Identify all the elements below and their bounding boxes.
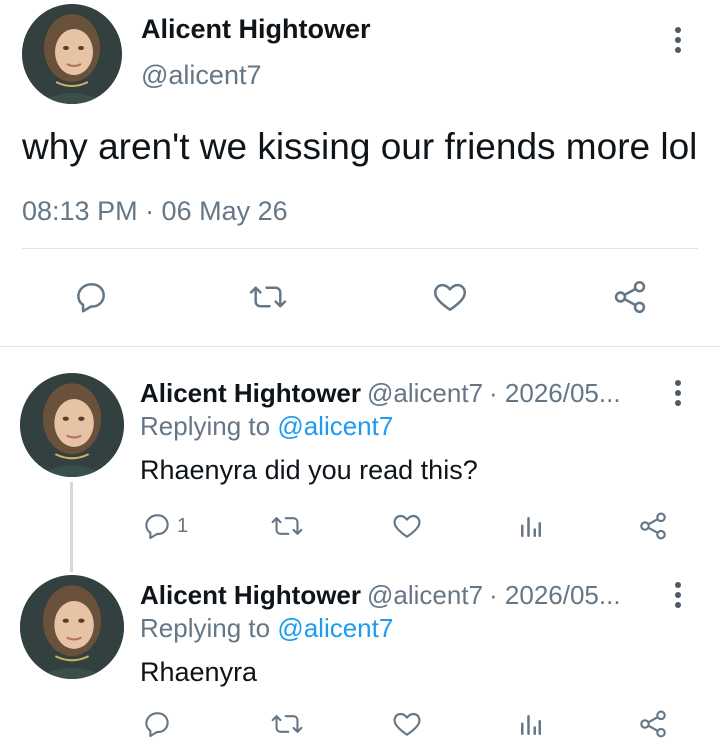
thread-line [70, 482, 73, 572]
reply-date[interactable]: · 2026/05... [489, 378, 621, 409]
reply-author-name[interactable]: Alicent Hightower [140, 378, 361, 409]
reply-header: Alicent Hightower @alicent7 · 2026/05... [140, 377, 655, 409]
reply-text: Rhaenyra [140, 657, 258, 687]
reply-avatar[interactable] [20, 373, 124, 477]
replying-to-label: Replying to [140, 411, 271, 441]
more-vertical-icon[interactable] [668, 378, 688, 408]
author-handle[interactable]: @alicent7 [141, 60, 261, 91]
analytics-icon[interactable] [516, 512, 546, 542]
share-icon[interactable] [636, 708, 670, 740]
avatar-image [20, 373, 124, 477]
divider [22, 248, 698, 249]
reply-action-bar: 1 [140, 508, 680, 544]
replying-to: Replying to @alicent7 [140, 411, 393, 442]
share-icon[interactable] [636, 510, 670, 542]
heart-icon[interactable] [430, 278, 470, 316]
reply-count: 1 [177, 515, 189, 537]
action-bar [0, 276, 720, 320]
reply-date[interactable]: · 2026/05... [489, 580, 621, 611]
reply-text: Rhaenyra did you read this? [140, 455, 478, 485]
reply-icon[interactable] [72, 278, 110, 316]
reply-action-bar [140, 706, 680, 742]
share-icon[interactable] [610, 278, 650, 316]
analytics-icon[interactable] [516, 710, 546, 740]
heart-icon[interactable] [390, 510, 424, 542]
reply-header: Alicent Hightower @alicent7 · 2026/05... [140, 579, 655, 611]
reply-icon[interactable] [140, 510, 174, 542]
section-divider [0, 346, 720, 347]
retweet-icon[interactable] [270, 510, 304, 542]
author-name[interactable]: Alicent Hightower [141, 14, 371, 45]
retweet-icon[interactable] [248, 278, 288, 316]
avatar[interactable] [22, 4, 122, 104]
avatar-image [22, 4, 122, 104]
avatar-image [20, 575, 124, 679]
replying-to-handle[interactable]: @alicent7 [277, 613, 393, 643]
more-vertical-icon[interactable] [668, 580, 688, 610]
replying-to-handle[interactable]: @alicent7 [277, 411, 393, 441]
reply-avatar[interactable] [20, 575, 124, 679]
reply-author-name[interactable]: Alicent Hightower [140, 580, 361, 611]
tweet-timestamp: 08:13 PM · 06 May 26 [22, 196, 288, 226]
reply-icon[interactable] [140, 708, 174, 740]
tweet-text: why aren't we kissing our friends more l… [22, 126, 698, 167]
replying-to-label: Replying to [140, 613, 271, 643]
heart-icon[interactable] [390, 708, 424, 740]
retweet-icon[interactable] [270, 708, 304, 740]
reply-author-handle[interactable]: @alicent7 [367, 378, 483, 409]
reply-author-handle[interactable]: @alicent7 [367, 580, 483, 611]
more-vertical-icon[interactable] [668, 24, 688, 56]
replying-to: Replying to @alicent7 [140, 613, 393, 644]
